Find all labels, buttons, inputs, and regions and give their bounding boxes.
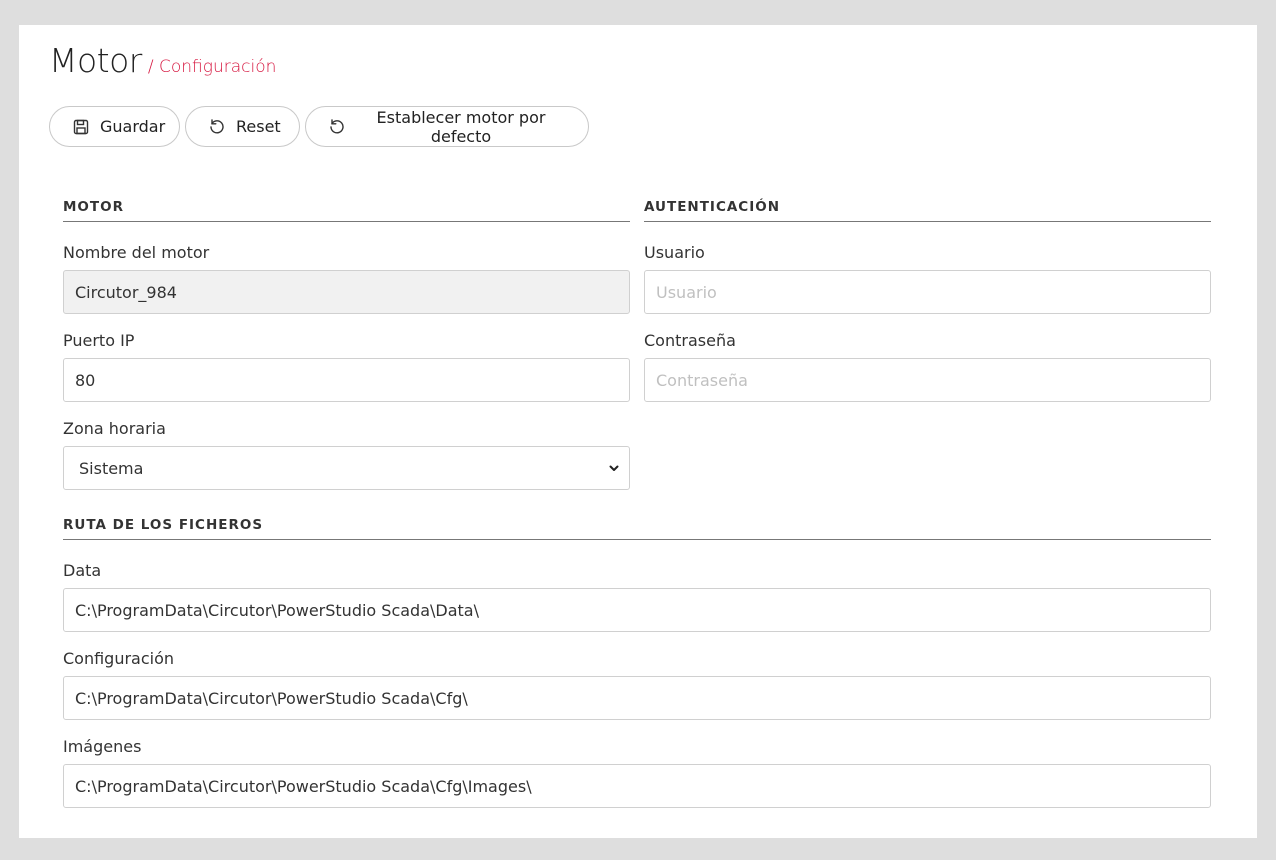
timezone-value: Sistema xyxy=(79,458,144,478)
page-header: Motor / Configuración xyxy=(49,41,276,80)
save-button[interactable]: Guardar xyxy=(49,106,180,147)
reset-label: Reset xyxy=(236,117,281,136)
images-path-field[interactable] xyxy=(63,764,1211,808)
save-label: Guardar xyxy=(100,117,166,136)
user-field[interactable] xyxy=(644,270,1211,314)
timezone-label: Zona horaria xyxy=(63,419,166,438)
undo-icon xyxy=(208,118,226,136)
config-path-label: Configuración xyxy=(63,649,175,668)
set-default-label: Establecer motor por defecto xyxy=(376,107,546,146)
motor-name-label: Nombre del motor xyxy=(63,243,210,262)
page-title: Motor xyxy=(49,41,142,80)
file-paths-section-heading: RUTA DE LOS FICHEROS xyxy=(63,517,1211,540)
reset-button[interactable]: Reset xyxy=(185,106,300,147)
config-path-field[interactable] xyxy=(63,676,1211,720)
ip-port-label: Puerto IP xyxy=(63,331,135,350)
data-path-label: Data xyxy=(63,561,102,580)
save-icon xyxy=(72,118,90,136)
user-label: Usuario xyxy=(644,243,705,262)
config-card: Motor / Configuración Guardar Reset Esta… xyxy=(19,25,1257,838)
password-field[interactable] xyxy=(644,358,1211,402)
motor-name-field[interactable] xyxy=(63,270,630,314)
timezone-select[interactable]: Sistema xyxy=(63,446,630,490)
undo-icon xyxy=(328,118,346,136)
auth-section-heading: AUTENTICACIÓN xyxy=(644,199,1211,222)
motor-section-heading: MOTOR xyxy=(63,199,630,222)
page-subtitle: / Configuración xyxy=(147,57,277,77)
ip-port-field[interactable] xyxy=(63,358,630,402)
data-path-field[interactable] xyxy=(63,588,1211,632)
images-path-label: Imágenes xyxy=(63,737,142,756)
password-label: Contraseña xyxy=(644,331,736,350)
toolbar: Guardar Reset Establecer motor por defec… xyxy=(49,106,589,147)
chevron-down-icon xyxy=(608,459,620,478)
set-default-motor-button[interactable]: Establecer motor por defecto xyxy=(305,106,589,147)
